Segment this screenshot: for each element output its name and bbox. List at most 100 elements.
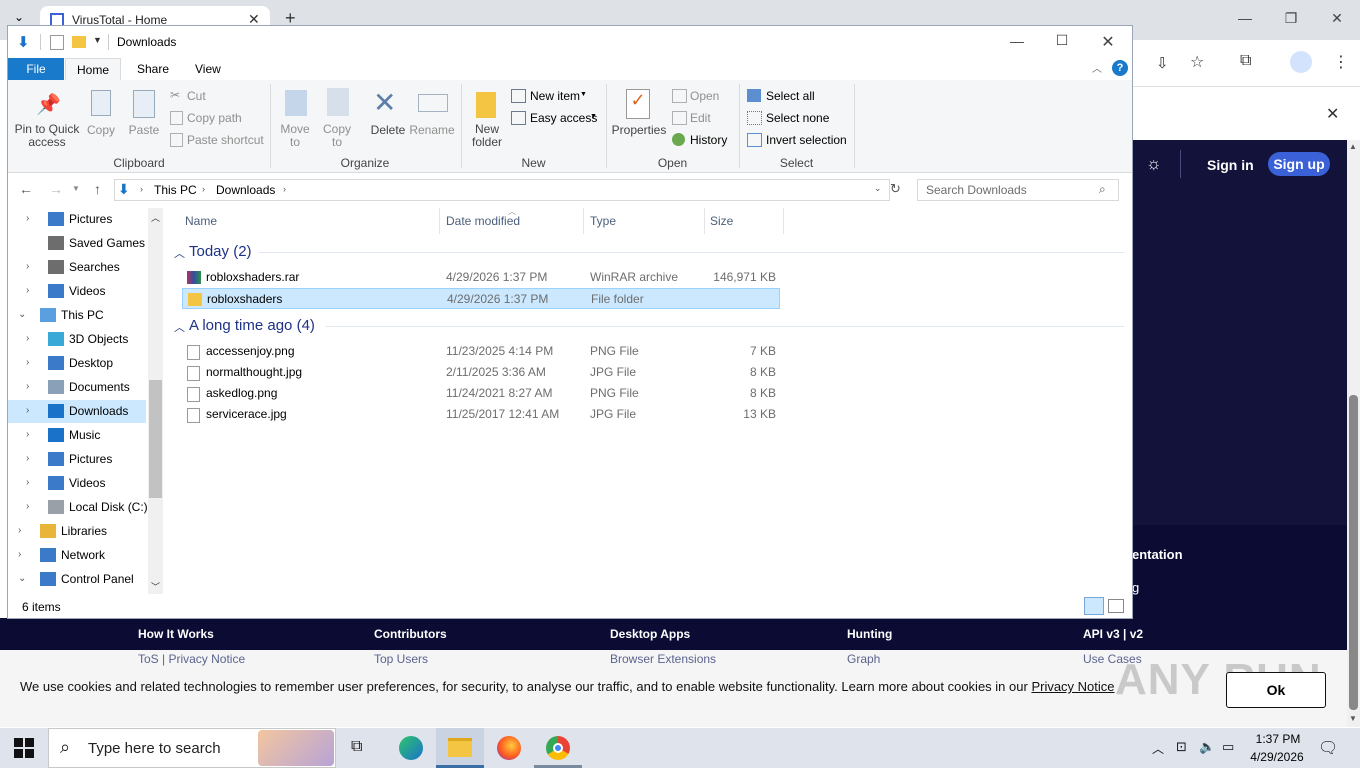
footer-contributors[interactable]: Contributors: [374, 627, 447, 641]
nav-expand-icon[interactable]: ⌄: [18, 309, 26, 320]
install-app-icon[interactable]: ⇩: [1156, 54, 1169, 72]
nav-expand-icon[interactable]: ›: [26, 429, 29, 440]
quick-access-downloads-icon[interactable]: ⬇: [17, 33, 30, 51]
tab-share[interactable]: Share: [137, 62, 169, 76]
nav-expand-icon[interactable]: ›: [26, 357, 29, 368]
meet-now-icon[interactable]: ⊡: [1176, 739, 1187, 755]
browser-minimize-icon[interactable]: —: [1222, 10, 1268, 26]
open-button[interactable]: Open: [690, 89, 719, 103]
notifications-icon[interactable]: 🗨: [1318, 738, 1338, 758]
task-view-icon[interactable]: ⧉: [351, 738, 362, 756]
footer-desktop-apps[interactable]: Desktop Apps: [610, 627, 690, 641]
nav-item-saved-games[interactable]: Saved Games: [69, 232, 145, 254]
move-to-button[interactable]: Move to: [276, 123, 314, 149]
address-dropdown-icon[interactable]: ⌄: [874, 183, 882, 194]
properties-quick-icon[interactable]: [50, 35, 64, 50]
group-today-header[interactable]: Today (2): [189, 243, 252, 260]
search-icon[interactable]: ⌕: [1099, 182, 1106, 197]
file-row[interactable]: accessenjoy.png 11/23/2025 4:14 PM PNG Fil…: [182, 341, 780, 362]
nav-item-pictures[interactable]: Pictures: [69, 448, 112, 470]
clock-date[interactable]: 4/29/2026: [1244, 750, 1310, 764]
nav-item-this-pc[interactable]: This PC: [61, 304, 104, 326]
nav-expand-icon[interactable]: ›: [26, 213, 29, 224]
history-button[interactable]: History: [690, 133, 727, 147]
nav-item-3d-objects[interactable]: 3D Objects: [69, 328, 128, 350]
network-tray-icon[interactable]: ▭: [1222, 739, 1234, 755]
footer-tos[interactable]: ToS | Privacy Notice: [138, 652, 245, 666]
recent-locations-icon[interactable]: ▼: [72, 184, 80, 193]
back-arrow-icon[interactable]: ←: [19, 181, 33, 197]
group-collapse-icon[interactable]: ︿: [174, 319, 185, 335]
footer-top-users[interactable]: Top Users: [374, 652, 428, 666]
paste-shortcut-button[interactable]: Paste shortcut: [187, 133, 264, 147]
new-item-button[interactable]: New item: [530, 89, 580, 103]
breadcrumb-this-pc[interactable]: This PC: [154, 183, 197, 197]
nav-expand-icon[interactable]: ⌄: [18, 573, 26, 584]
scroll-up-icon[interactable]: ▲: [1349, 142, 1357, 151]
nav-expand-icon[interactable]: ›: [26, 453, 29, 464]
breadcrumb-chevron-icon[interactable]: ›: [202, 184, 205, 194]
theme-toggle-icon[interactable]: ☼: [1146, 154, 1162, 174]
properties-button[interactable]: Properties: [610, 123, 668, 137]
rename-button[interactable]: Rename: [408, 123, 456, 137]
column-name[interactable]: Name: [185, 214, 217, 228]
nav-item-network[interactable]: Network: [61, 544, 105, 566]
paste-button[interactable]: Paste: [126, 123, 162, 137]
invert-selection-button[interactable]: Invert selection: [766, 133, 847, 147]
nav-expand-icon[interactable]: ›: [26, 501, 29, 512]
edge-icon[interactable]: [399, 736, 423, 760]
nav-expand-icon[interactable]: ›: [26, 261, 29, 272]
browser-menu-icon[interactable]: ⋮: [1333, 52, 1349, 72]
details-view-icon[interactable]: [1084, 597, 1104, 615]
footer-hunting[interactable]: Hunting: [847, 627, 892, 641]
cookie-ok-button[interactable]: Ok: [1226, 672, 1326, 708]
footer-browser-extensions[interactable]: Browser Extensions: [610, 652, 716, 666]
nav-expand-icon[interactable]: ›: [26, 285, 29, 296]
firefox-icon[interactable]: [497, 736, 521, 760]
explorer-close-icon[interactable]: ✕: [1085, 32, 1131, 52]
copy-path-button[interactable]: Copy path: [187, 111, 242, 125]
footer-graph[interactable]: Graph: [847, 652, 880, 666]
volume-icon[interactable]: 🔈: [1199, 739, 1215, 755]
column-date-modified[interactable]: Date modified: [446, 214, 520, 228]
nav-item-downloads[interactable]: Downloads: [69, 400, 128, 422]
cut-button[interactable]: Cut: [187, 89, 206, 103]
file-row[interactable]: robloxshaders.rar 4/29/2026 1:37 PM WinRAR…: [182, 267, 780, 288]
qat-dropdown-icon[interactable]: ▼: [93, 35, 102, 45]
edit-button[interactable]: Edit: [690, 111, 711, 125]
extensions-icon[interactable]: ⧉: [1240, 52, 1251, 70]
browser-restore-icon[interactable]: ❐: [1268, 10, 1314, 27]
new-folder-quick-icon[interactable]: [72, 36, 86, 48]
nav-item-libraries[interactable]: Libraries: [61, 520, 107, 542]
nav-item-music[interactable]: Music: [69, 424, 100, 446]
column-size[interactable]: Size: [710, 214, 733, 228]
pin-to-quick-access-button[interactable]: Pin to Quick access: [12, 123, 82, 149]
tab-home[interactable]: Home: [65, 58, 121, 81]
copy-button[interactable]: Copy: [84, 123, 118, 137]
bookmark-star-icon[interactable]: ☆: [1190, 52, 1204, 72]
nav-item-videos[interactable]: Videos: [69, 472, 105, 494]
file-row[interactable]: askedlog.png 11/24/2021 8:27 AM PNG File 8 …: [182, 383, 780, 404]
nav-expand-icon[interactable]: ›: [26, 381, 29, 392]
file-row[interactable]: robloxshaders 4/29/2026 1:37 PM File folde…: [182, 288, 780, 309]
nav-item-documents[interactable]: Documents: [69, 376, 130, 398]
nav-expand-icon[interactable]: ›: [26, 405, 29, 416]
delete-button[interactable]: Delete: [366, 123, 410, 137]
search-input[interactable]: Search Downloads: [926, 183, 1027, 197]
copy-to-button[interactable]: Copy to: [318, 123, 356, 149]
nav-item-pictures[interactable]: Pictures: [69, 208, 112, 230]
up-arrow-icon[interactable]: ↑: [94, 181, 101, 197]
nav-expand-icon[interactable]: ›: [26, 477, 29, 488]
new-folder-button[interactable]: New folder: [466, 123, 508, 149]
profile-avatar[interactable]: [1290, 51, 1312, 73]
nav-item-control-panel[interactable]: Control Panel: [61, 568, 134, 590]
nav-item-desktop[interactable]: Desktop: [69, 352, 113, 374]
group-collapse-icon[interactable]: ︿: [174, 245, 185, 261]
browser-close-icon[interactable]: ✕: [1314, 10, 1360, 27]
nav-scroll-down-icon[interactable]: ﹀: [151, 580, 160, 593]
group-long-ago-header[interactable]: A long time ago (4): [189, 317, 315, 334]
page-scrollbar-thumb[interactable]: [1349, 395, 1358, 710]
help-icon[interactable]: ?: [1112, 60, 1128, 76]
file-row[interactable]: normalthought.jpg 2/11/2025 3:36 AM JPG Fi…: [182, 362, 780, 383]
banner-close-icon[interactable]: ✕: [1326, 104, 1339, 124]
